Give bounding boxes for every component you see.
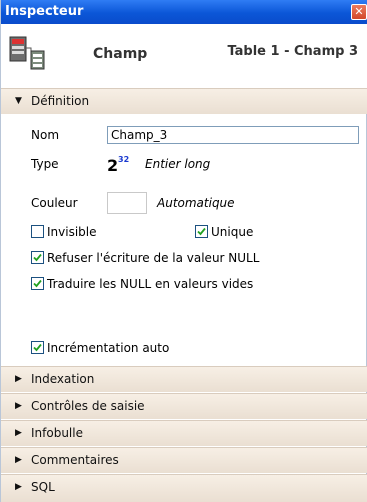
section-indexation[interactable]: ▶ Indexation xyxy=(1,366,367,392)
color-swatch[interactable] xyxy=(107,192,147,214)
check-icon xyxy=(197,227,206,236)
checkbox-box xyxy=(31,225,44,238)
title-bar[interactable]: Inspecteur ✕ xyxy=(1,0,367,24)
name-input[interactable]: Champ_3 xyxy=(107,126,359,144)
section-label: Commentaires xyxy=(31,453,119,467)
checkbox-box xyxy=(195,225,208,238)
section-label: Indexation xyxy=(31,372,95,386)
inspector-header: Champ Table 1 - Champ 3 xyxy=(1,24,367,88)
type-label: Type xyxy=(31,157,59,171)
checkbox-label: Refuser l'écriture de la valeur NULL xyxy=(47,251,260,265)
header-title: Champ xyxy=(93,46,148,62)
section-definition[interactable]: ▼ Définition xyxy=(1,88,367,114)
checkbox-label: Invisible xyxy=(47,225,97,239)
window-title: Inspecteur xyxy=(5,4,84,19)
checkbox-label: Unique xyxy=(211,225,254,239)
triangle-right-icon: ▶ xyxy=(15,374,22,384)
color-value: Automatique xyxy=(157,196,235,210)
section-comments[interactable]: ▶ Commentaires xyxy=(1,447,367,473)
inspector-window: Inspecteur ✕ Champ Table 1 - Champ 3 ▼ D… xyxy=(0,0,367,502)
section-sql[interactable]: ▶ SQL xyxy=(1,474,367,502)
checkbox-box xyxy=(31,341,44,354)
check-icon xyxy=(33,253,42,262)
type-value: Entier long xyxy=(145,157,211,171)
triangle-right-icon: ▶ xyxy=(15,455,22,465)
integer-type-icon[interactable]: 2 32 xyxy=(107,154,131,172)
name-label: Nom xyxy=(31,128,60,142)
checkbox-box xyxy=(31,251,44,264)
section-label: SQL xyxy=(31,480,55,494)
checkbox-label: Traduire les NULL en valeurs vides xyxy=(47,277,254,291)
header-path: Table 1 - Champ 3 xyxy=(227,44,358,59)
check-icon xyxy=(33,279,42,288)
section-tooltip[interactable]: ▶ Infobulle xyxy=(1,420,367,446)
triangle-right-icon: ▶ xyxy=(15,482,22,492)
svg-text:32: 32 xyxy=(118,155,129,164)
section-input-controls[interactable]: ▶ Contrôles de saisie xyxy=(1,393,367,419)
checkbox-label: Incrémentation auto xyxy=(47,341,170,355)
triangle-right-icon: ▶ xyxy=(15,428,22,438)
section-label: Infobulle xyxy=(31,426,83,440)
section-label: Contrôles de saisie xyxy=(31,399,145,413)
color-label: Couleur xyxy=(31,196,78,210)
field-icon xyxy=(9,36,45,70)
svg-text:2: 2 xyxy=(107,156,118,172)
checkbox-box xyxy=(31,277,44,290)
triangle-right-icon: ▶ xyxy=(15,401,22,411)
check-icon xyxy=(33,343,42,352)
close-icon: ✕ xyxy=(354,5,364,18)
close-button[interactable]: ✕ xyxy=(351,4,367,20)
triangle-down-icon: ▼ xyxy=(15,96,22,106)
section-label: Définition xyxy=(31,94,90,108)
